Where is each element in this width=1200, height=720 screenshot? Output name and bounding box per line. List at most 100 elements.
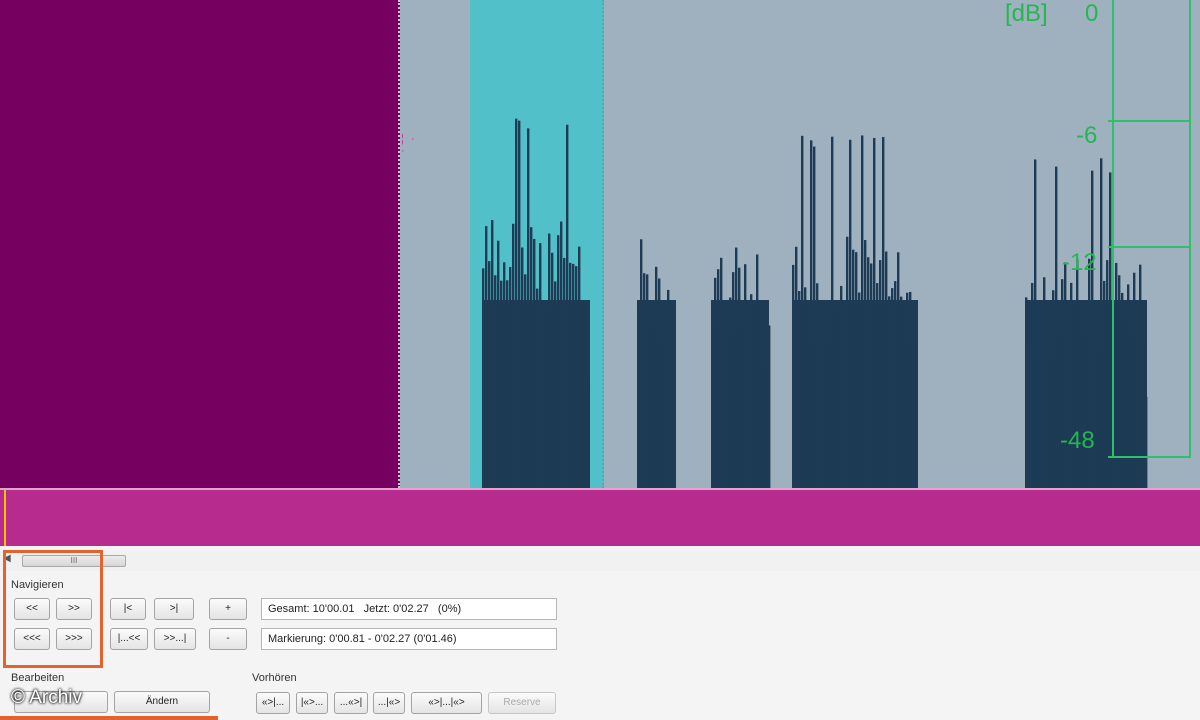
waveform-sample	[747, 316, 750, 488]
total-time-field: Gesamt: 10'00.01 Jetzt: 0'02.27 (0%)	[261, 598, 557, 620]
waveform-sample	[560, 221, 563, 488]
waveform-sample	[554, 281, 557, 488]
preview-button-1[interactable]: «>|...	[256, 692, 290, 714]
waveform-sample	[888, 296, 891, 488]
db-label-12: -12	[1062, 249, 1097, 276]
to-end-button[interactable]: >|	[154, 598, 194, 620]
waveform-sample	[750, 294, 753, 488]
waveform-sample	[726, 337, 729, 488]
waveform-sample	[1136, 316, 1139, 488]
copyright-watermark: © Archiv	[11, 687, 83, 708]
waveform-sample	[664, 331, 667, 488]
waveform-sample	[509, 267, 512, 488]
waveform-sample	[491, 220, 494, 488]
horizontal-scrollbar[interactable]: ◀ III	[0, 551, 1200, 571]
marking-time-field: Markierung: 0'00.81 - 0'02.27 (0'01.46)	[261, 628, 557, 650]
db-unit-label: [dB]	[1005, 0, 1048, 27]
waveform-sample	[831, 136, 834, 488]
waveform-sample	[1079, 337, 1082, 488]
waveform-sample	[894, 281, 897, 488]
waveform-sample	[717, 269, 720, 488]
waveform-sample	[536, 288, 539, 488]
waveform-sample	[566, 124, 569, 488]
waveform-graph	[482, 118, 1148, 488]
waveform-sample	[1034, 159, 1037, 488]
waveform-sample	[825, 343, 828, 488]
waveform-sample	[1067, 352, 1070, 488]
waveform-view[interactable]: ¦ · · [dB] 0 -6 -12 -48	[0, 0, 1200, 488]
waveform-sample	[741, 331, 744, 488]
waveform-sample	[1082, 305, 1085, 488]
waveform-sample	[640, 239, 643, 488]
waveform-sample	[897, 252, 900, 488]
waveform-sample	[810, 140, 813, 488]
meter-tick-12	[1108, 246, 1191, 248]
waveform-sample	[762, 371, 765, 488]
preview-button-2[interactable]: |«>...	[296, 692, 328, 714]
waveform-sample	[545, 303, 548, 488]
waveform-sample	[557, 235, 560, 488]
waveform-sample	[1031, 282, 1034, 488]
waveform-sample	[485, 226, 488, 488]
waveform-cluster	[711, 247, 771, 488]
db-label-6: -6	[1076, 122, 1098, 149]
waveform-sample	[1025, 297, 1028, 488]
mark-forward-button[interactable]: >>...|	[154, 628, 196, 650]
edit-highlight	[0, 716, 218, 720]
waveform-sample	[1097, 346, 1100, 488]
waveform-sample	[798, 291, 801, 488]
waveform-sample	[524, 274, 527, 488]
reserve-button[interactable]: Reserve	[488, 692, 556, 714]
waveform-sample	[855, 252, 858, 488]
waveform-sample	[533, 238, 536, 488]
meter-left-edge	[1112, 0, 1114, 458]
edit-group-label: Bearbeiten	[11, 672, 65, 684]
waveform-sample	[801, 135, 804, 488]
waveform-sample	[807, 339, 810, 488]
waveform-sample	[673, 375, 676, 488]
waveform-sample	[903, 346, 906, 488]
waveform-sample	[1094, 352, 1097, 488]
waveform-sample	[735, 247, 738, 488]
waveform-sample	[1073, 306, 1076, 488]
waveform-sample	[572, 263, 575, 488]
plus-button[interactable]: +	[209, 598, 247, 620]
waveform-sample	[882, 137, 885, 488]
waveform-sample	[729, 297, 732, 488]
mark-back-button[interactable]: |...<<	[110, 628, 148, 650]
preview-button-5[interactable]: «>|...|«>	[411, 692, 482, 714]
waveform-sample	[551, 252, 554, 488]
waveform-sample	[714, 277, 717, 488]
waveform-sample	[843, 327, 846, 488]
waveform-sample	[723, 306, 726, 488]
change-button[interactable]: Ändern	[114, 691, 210, 713]
waveform-sample	[867, 257, 870, 488]
waveform-sample	[900, 296, 903, 488]
waveform-sample	[759, 305, 762, 488]
timeline-position-marker	[4, 490, 6, 546]
waveform-sample	[667, 289, 670, 488]
waveform-sample	[768, 325, 771, 488]
preview-button-3[interactable]: ...«>|	[334, 692, 368, 714]
waveform-sample	[1130, 334, 1133, 488]
waveform-sample	[1145, 396, 1148, 488]
db-label-0: 0	[1085, 0, 1099, 27]
to-start-button[interactable]: |<	[110, 598, 146, 620]
waveform-cluster	[637, 239, 676, 488]
waveform-sample	[846, 236, 849, 488]
timeline-overview[interactable]	[0, 488, 1200, 546]
minus-button[interactable]: -	[209, 628, 247, 650]
waveform-sample	[497, 240, 500, 488]
waveform-sample	[909, 291, 912, 488]
waveform-sample	[858, 292, 861, 488]
preview-button-4[interactable]: ...|«>	[373, 692, 405, 714]
waveform-sample	[652, 330, 655, 488]
waveform-sample	[870, 263, 873, 488]
waveform-sample	[738, 267, 741, 488]
waveform-sample	[515, 118, 518, 488]
waveform-sample	[756, 254, 759, 488]
waveform-sample	[1139, 264, 1142, 488]
control-panel: Navigieren << >> <<< >>> |< >| |...<< >>…	[0, 550, 1200, 720]
waveform-sample	[578, 246, 581, 488]
waveform-sample	[879, 260, 882, 488]
